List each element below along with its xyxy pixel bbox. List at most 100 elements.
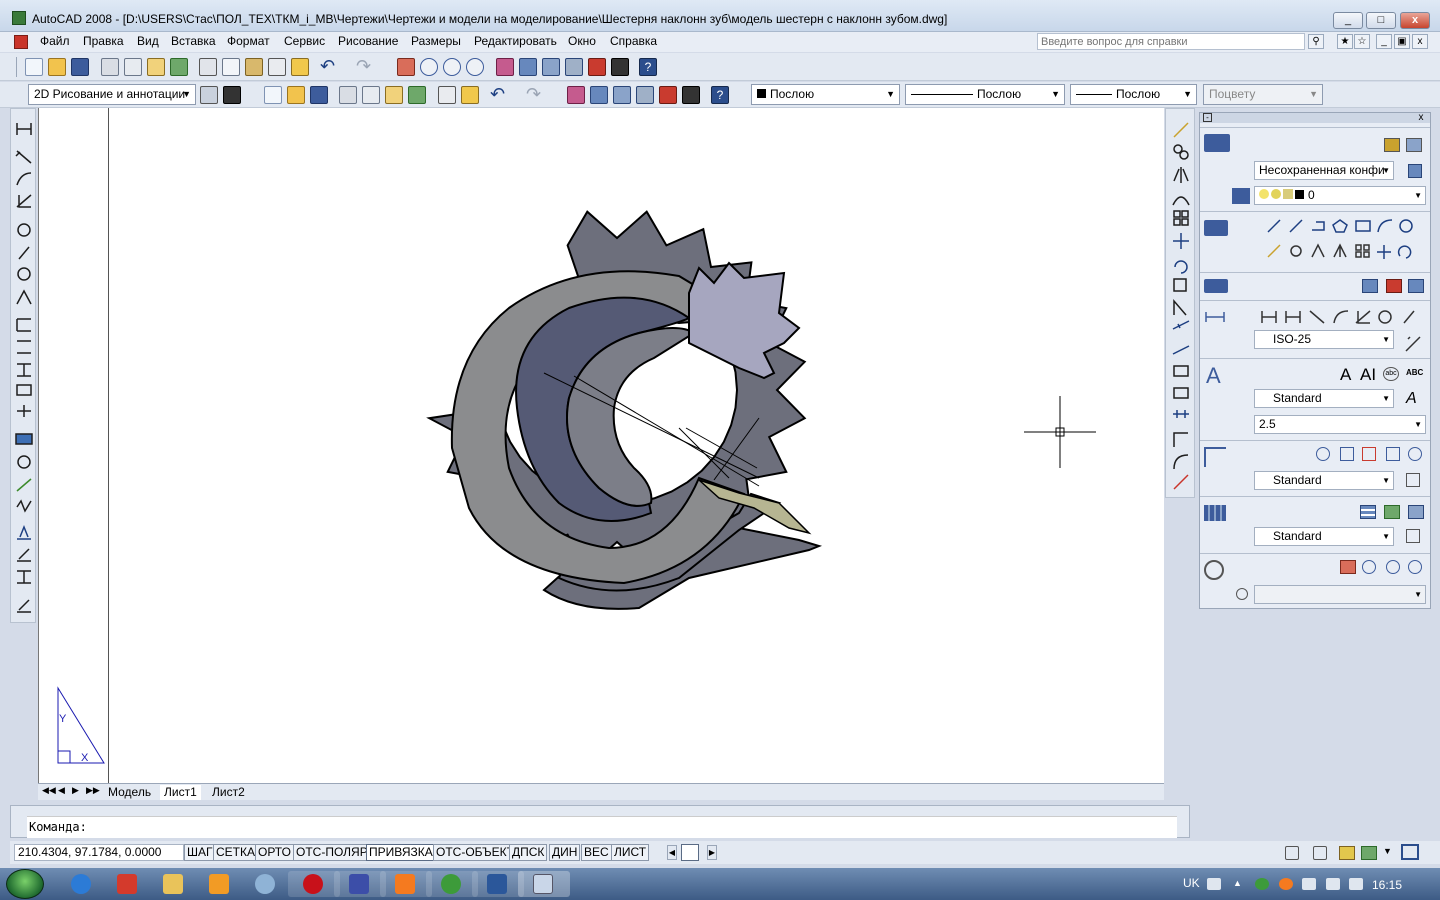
tray-expand-icon[interactable]: ▲ <box>1233 878 1247 890</box>
menu-window[interactable]: Окно <box>568 34 596 48</box>
linetype-select[interactable]: Послою ▼ <box>905 84 1065 105</box>
views-icon[interactable] <box>1236 588 1248 600</box>
doc-restore-button[interactable]: ▣ <box>1394 34 1410 49</box>
panel-titlebar[interactable] <box>1200 113 1430 123</box>
chamfer-icon[interactable] <box>1173 432 1188 447</box>
publish-icon[interactable] <box>147 58 165 76</box>
text-style-manager-icon[interactable]: A <box>1406 390 1417 408</box>
tool-palettes-icon-2[interactable] <box>613 86 631 104</box>
rectangle-icon[interactable] <box>1355 220 1371 232</box>
join-icon[interactable] <box>1173 410 1189 418</box>
open-file-icon[interactable] <box>48 58 66 76</box>
rotate-icon[interactable] <box>1174 260 1188 274</box>
close-button[interactable]: x <box>1400 12 1430 29</box>
tab-first-icon[interactable]: ◀◀ <box>42 785 56 796</box>
fillet-icon[interactable] <box>1173 454 1189 470</box>
tab-layout1[interactable]: Лист1 <box>160 785 201 800</box>
block-editor-icon[interactable] <box>291 58 309 76</box>
dim-linear-icon[interactable] <box>1261 311 1277 323</box>
markup-icon-2[interactable] <box>659 86 677 104</box>
collect-leaders-icon[interactable] <box>1408 447 1422 461</box>
data-link-icon[interactable] <box>1384 505 1400 519</box>
mirror-icon[interactable] <box>1173 167 1189 183</box>
search-icon[interactable]: ⚲ <box>1308 34 1324 49</box>
taskbar-autocad[interactable] <box>518 871 570 897</box>
multiline-text-icon[interactable]: A <box>1340 365 1351 385</box>
ordinate-icon[interactable] <box>16 194 32 208</box>
sheet-set-icon[interactable] <box>565 58 583 76</box>
explode-icon[interactable] <box>1173 474 1189 490</box>
dim-linear-2-icon[interactable] <box>1285 311 1301 323</box>
taskbar-ie[interactable] <box>56 871 108 897</box>
volume-icon[interactable] <box>1349 878 1363 890</box>
polyline-icon[interactable] <box>1312 221 1325 231</box>
match-properties-icon-2[interactable] <box>438 86 456 104</box>
menu-insert[interactable]: Вставка <box>171 34 216 48</box>
autocad-app-icon[interactable] <box>12 11 26 25</box>
toggle-polar[interactable]: ОТС-ПОЛЯР <box>293 844 371 861</box>
text-panel-icon[interactable]: A <box>1206 363 1221 389</box>
panel-minimize-button[interactable]: - <box>1203 113 1212 122</box>
toggle-lineweight[interactable]: ВЕС <box>581 844 612 861</box>
construction-line-icon[interactable] <box>1289 219 1303 233</box>
dim-jogged-icon[interactable] <box>1403 310 1415 324</box>
maximize-viewport-icon[interactable] <box>681 844 699 861</box>
spell-check-icon[interactable]: ABC <box>1406 368 1423 377</box>
start-button[interactable] <box>6 869 44 899</box>
annotation-scale-icon[interactable] <box>1285 846 1299 860</box>
tray-clock[interactable]: 16:15 <box>1372 878 1402 892</box>
clean-screen-icon[interactable] <box>1401 844 1419 860</box>
paste-icon[interactable] <box>245 58 263 76</box>
taskbar-save-app[interactable] <box>334 871 386 897</box>
radius-icon[interactable] <box>17 223 31 237</box>
tray-orange-icon[interactable] <box>1279 878 1293 890</box>
modify-panel-icon[interactable] <box>1204 279 1228 293</box>
toggle-otrack[interactable]: ОТС-ОБЪЕКТ <box>433 844 517 861</box>
taskbar-tool[interactable] <box>240 871 292 897</box>
layer-select[interactable]: 0 ▼ <box>1254 186 1426 205</box>
tables-panel-icon[interactable] <box>1204 505 1226 521</box>
dwf-icon-2[interactable] <box>408 86 426 104</box>
menu-view[interactable]: Вид <box>137 34 159 48</box>
help-icon[interactable]: ? <box>639 58 657 76</box>
properties-icon[interactable] <box>496 58 514 76</box>
scroll-left-icon[interactable]: ◀ <box>667 845 677 860</box>
help-search-input[interactable] <box>1037 33 1305 50</box>
taskbar-orange-app[interactable] <box>380 871 432 897</box>
cut-icon[interactable] <box>199 58 217 76</box>
angular-icon[interactable] <box>16 289 32 305</box>
workspace-settings-icon[interactable] <box>200 86 218 104</box>
continue-icon[interactable] <box>17 363 31 377</box>
multileader-style-manager-icon[interactable] <box>1406 473 1420 487</box>
dimensions-panel-icon[interactable] <box>1205 312 1225 322</box>
new-file-icon-2[interactable] <box>264 86 282 104</box>
dimension-edit-panel-icon[interactable] <box>1362 279 1378 293</box>
inspection-icon[interactable] <box>16 478 32 492</box>
tray-flag-icon[interactable] <box>1302 878 1316 890</box>
minimize-button[interactable]: _ <box>1333 12 1363 29</box>
scroll-right-icon[interactable]: ▶ <box>707 845 717 860</box>
diameter-icon[interactable] <box>17 267 31 281</box>
status-menu-chevron-icon[interactable]: ▼ <box>1383 846 1392 856</box>
workspace-select[interactable]: 2D Рисование и аннотации ▼ <box>28 84 196 105</box>
zoom-realtime-icon[interactable] <box>420 58 438 76</box>
new-file-icon[interactable] <box>25 58 43 76</box>
find-text-icon[interactable]: abc <box>1383 367 1399 381</box>
menu-edit[interactable]: Правка <box>83 34 124 48</box>
network-icon[interactable] <box>1326 878 1340 890</box>
layer-state-select[interactable]: Несохраненная конфи ▼ <box>1254 161 1394 180</box>
text-style-select[interactable]: Standard ▼ <box>1254 389 1394 408</box>
toggle-snap[interactable]: ШАГ <box>184 844 216 861</box>
point-icon[interactable] <box>1377 245 1391 259</box>
tab-layout2[interactable]: Лист2 <box>208 785 249 800</box>
my-workspace-icon[interactable] <box>223 86 241 104</box>
dim-aligned-icon[interactable] <box>1309 310 1325 324</box>
tray-green-icon[interactable] <box>1255 878 1269 890</box>
zoom-window-icon[interactable] <box>443 58 461 76</box>
hatch-icon[interactable] <box>1397 245 1412 259</box>
arc-icon[interactable] <box>1377 219 1393 233</box>
toggle-ortho[interactable]: ОРТО <box>255 844 294 861</box>
copy-icon[interactable] <box>222 58 240 76</box>
toggle-ducs[interactable]: ДПСК <box>509 844 548 861</box>
doc-minimize-button[interactable]: _ <box>1376 34 1392 49</box>
